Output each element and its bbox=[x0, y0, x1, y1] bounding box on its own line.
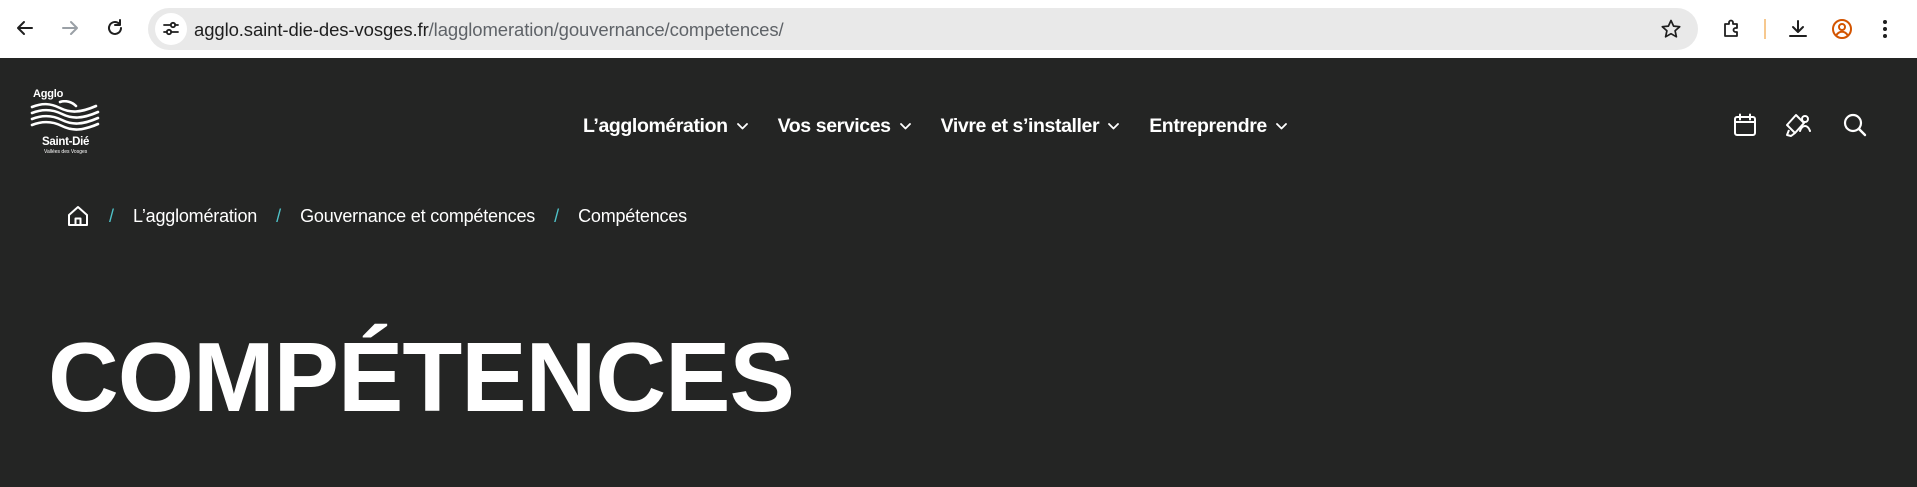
reload-button[interactable] bbox=[96, 9, 134, 47]
calendar-icon bbox=[1734, 113, 1756, 136]
nav-item-services[interactable]: Vos services bbox=[778, 115, 911, 138]
search-icon bbox=[1843, 113, 1867, 137]
site-info-button[interactable] bbox=[155, 13, 187, 45]
nav-item-entreprendre[interactable]: Entreprendre bbox=[1149, 115, 1287, 138]
url-path: /lagglomeration/gouvernance/competences/ bbox=[428, 19, 784, 40]
account-button[interactable] bbox=[1782, 108, 1816, 142]
profile-icon bbox=[1832, 19, 1852, 39]
logo-waves-icon bbox=[30, 100, 100, 131]
nav-item-label: Vos services bbox=[777, 114, 891, 137]
agenda-button[interactable] bbox=[1728, 108, 1762, 142]
breadcrumb-separator: / bbox=[554, 205, 560, 226]
nav-item-label: Vivre et s’installer bbox=[940, 114, 1100, 137]
nav-item-label: Entreprendre bbox=[1149, 114, 1267, 137]
extensions-icon bbox=[1724, 19, 1738, 37]
chevron-down-icon bbox=[736, 122, 748, 130]
page-title: COMPÉTENCES bbox=[48, 322, 795, 432]
logo-text-bottom: Saint-Dié bbox=[42, 136, 90, 148]
forward-icon bbox=[62, 21, 78, 35]
pen-user-icon bbox=[1786, 114, 1811, 137]
breadcrumb-home[interactable] bbox=[66, 204, 90, 228]
chevron-down-icon bbox=[899, 122, 911, 130]
main-navigation: L’agglomération Vos services Vivre et s’… bbox=[583, 111, 1317, 141]
breadcrumb: / L’agglomération / Gouvernance et compé… bbox=[66, 201, 687, 231]
bookmark-button[interactable] bbox=[1660, 18, 1682, 45]
toolbar-separator bbox=[1764, 19, 1766, 39]
more-menu-button[interactable] bbox=[1870, 14, 1900, 44]
back-icon bbox=[17, 21, 33, 35]
url-host: agglo.saint-die-des-vosges.fr bbox=[194, 19, 429, 40]
url-text[interactable]: agglo.saint-die-des-vosges.fr/lagglomera… bbox=[194, 19, 784, 41]
logo-text-sub: Vallées des Vosges bbox=[44, 149, 88, 155]
breadcrumb-separator: / bbox=[276, 205, 282, 226]
more-menu-icon bbox=[1883, 20, 1887, 38]
address-bar[interactable]: agglo.saint-die-des-vosges.fr/lagglomera… bbox=[148, 8, 1698, 50]
nav-item-label: L’agglomération bbox=[583, 114, 728, 137]
breadcrumb-item-gouvernance[interactable]: Gouvernance et compétences bbox=[300, 206, 535, 227]
chevron-down-icon bbox=[1108, 122, 1120, 130]
site-info-icon bbox=[163, 21, 179, 36]
nav-item-vivre[interactable]: Vivre et s’installer bbox=[941, 115, 1120, 138]
forward-button[interactable] bbox=[51, 9, 89, 47]
reload-icon bbox=[108, 19, 122, 35]
breadcrumb-separator: / bbox=[109, 205, 115, 226]
breadcrumb-item-agglomeration[interactable]: L’agglomération bbox=[133, 206, 257, 227]
back-button[interactable] bbox=[6, 9, 44, 47]
site-page: Agglo Saint-Dié Vallées des Vosges L’agg… bbox=[0, 58, 1917, 487]
download-icon bbox=[1789, 20, 1807, 37]
site-logo[interactable]: Agglo Saint-Dié Vallées des Vosges bbox=[30, 88, 102, 158]
nav-item-agglomeration[interactable]: L’agglomération bbox=[583, 115, 748, 138]
browser-toolbar: agglo.saint-die-des-vosges.fr/lagglomera… bbox=[0, 0, 1917, 58]
chevron-down-icon bbox=[1275, 122, 1287, 130]
logo-text-top: Agglo bbox=[33, 88, 64, 100]
profile-button[interactable] bbox=[1827, 14, 1857, 44]
bookmark-star-icon bbox=[1661, 19, 1681, 38]
home-icon bbox=[68, 206, 88, 226]
downloads-button[interactable] bbox=[1783, 14, 1813, 44]
search-button[interactable] bbox=[1838, 108, 1872, 142]
breadcrumb-item-current: Compétences bbox=[578, 205, 687, 226]
extensions-button[interactable] bbox=[1717, 14, 1747, 44]
